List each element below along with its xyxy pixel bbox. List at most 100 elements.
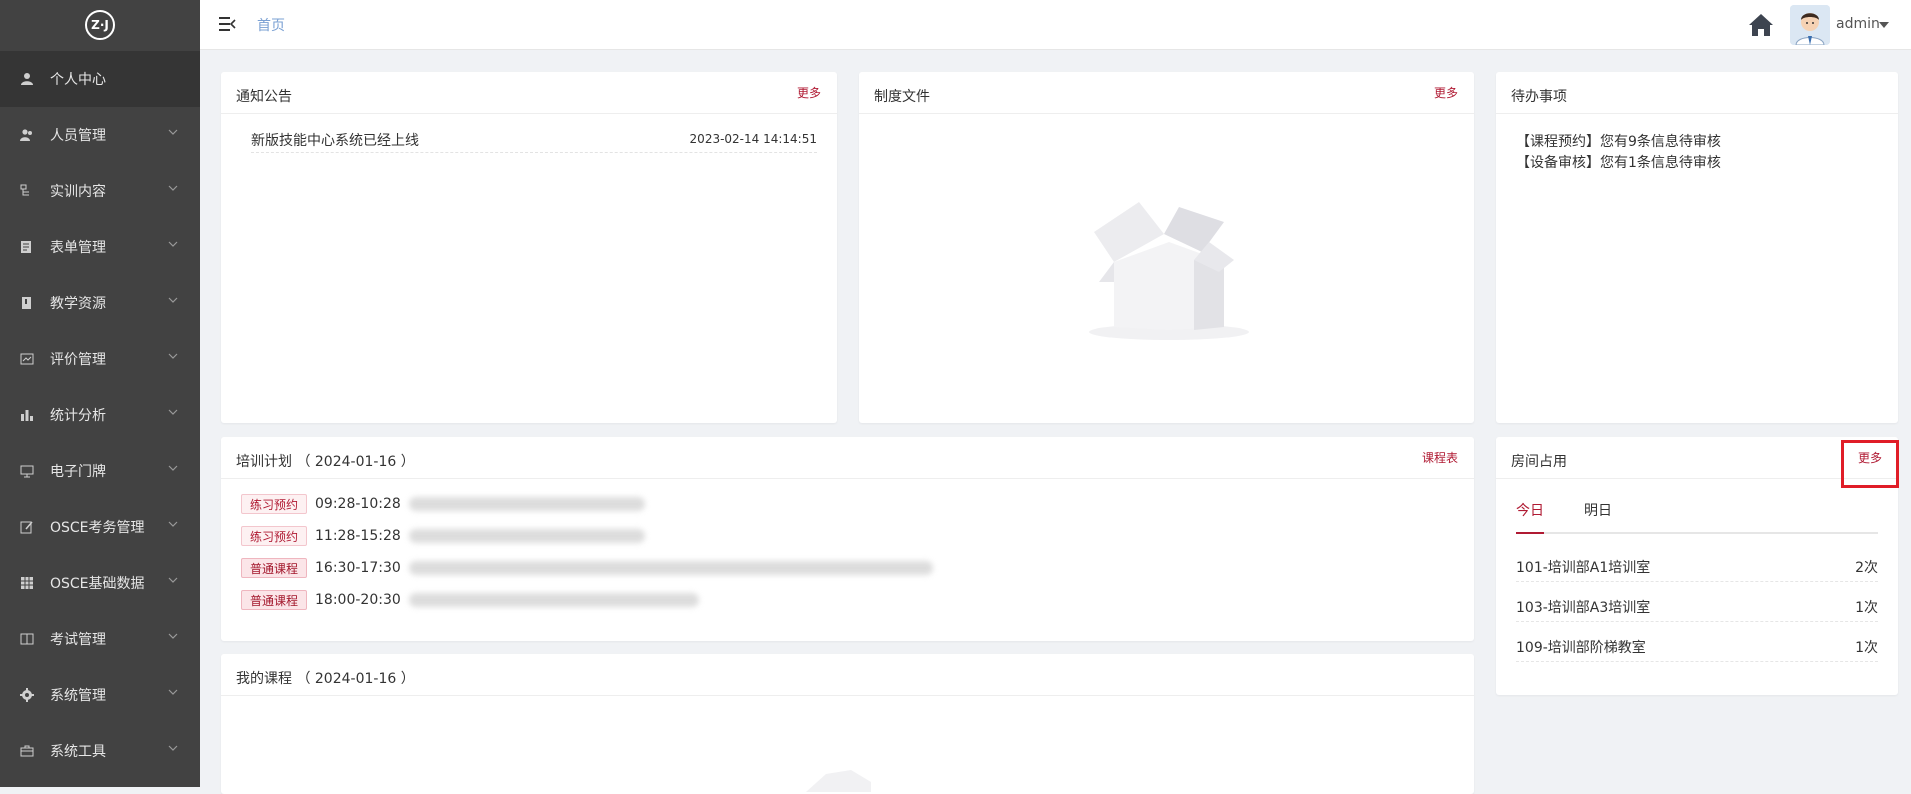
chevron-down-icon <box>168 521 178 527</box>
notice-card: 通知公告 更多 新版技能中心系统已经上线 2023-02-14 14:14:51 <box>221 72 837 423</box>
form-icon <box>20 240 34 254</box>
chevron-down-icon <box>168 577 178 583</box>
todo-item[interactable]: 【设备审核】您有1条信息待审核 <box>1516 152 1721 172</box>
room-name: 103-培训部A3培训室 <box>1516 600 1651 616</box>
sidebar-item-teaching-resources[interactable]: 教学资源 <box>0 275 200 331</box>
plan-tag: 练习预约 <box>241 494 308 514</box>
sidebar-item-label: OSCE考务管理 <box>50 520 145 536</box>
room-more-link[interactable]: 更多 <box>1858 449 1882 466</box>
sidebar-item-training-content[interactable]: 实训内容 <box>0 163 200 219</box>
logo-area: Z·J <box>0 0 200 50</box>
list-item[interactable]: 新版技能中心系统已经上线 2023-02-14 14:14:51 <box>251 130 817 153</box>
schedule-link[interactable]: 课程表 <box>1422 449 1458 466</box>
tree-icon <box>20 184 34 198</box>
my-courses-card: 我的课程 （ 2024-01-16 ） <box>221 654 1474 794</box>
sidebar-item-label: 教学资源 <box>50 296 106 312</box>
room-tabs: 今日 明日 <box>1516 492 1878 534</box>
chevron-down-icon <box>168 353 178 359</box>
caret-down-icon[interactable] <box>1879 21 1889 29</box>
logo-icon[interactable]: Z·J <box>85 10 115 40</box>
sidebar: Z·J 个人中心 人员管理 实训内容 表单管理 教学资源 评价管理 统计分析 电… <box>0 0 200 787</box>
sidebar-item-label: 个人中心 <box>50 72 106 88</box>
card-title: 培训计划 （ 2024-01-16 ） <box>236 454 415 470</box>
toolbox-icon <box>20 744 34 758</box>
chevron-down-icon <box>168 409 178 415</box>
plan-row[interactable]: 练习预约 11:28-15:28 <box>241 525 645 547</box>
gear-icon <box>20 688 34 702</box>
notice-more-link[interactable]: 更多 <box>797 84 821 101</box>
plan-tag: 普通课程 <box>241 558 308 578</box>
sidebar-item-label: 考试管理 <box>50 632 106 648</box>
chevron-down-icon <box>168 745 178 751</box>
card-header: 制度文件 更多 <box>859 72 1474 114</box>
user-icon <box>20 72 34 86</box>
chevron-down-icon <box>168 129 178 135</box>
chevron-down-icon <box>168 185 178 191</box>
columns-icon <box>20 632 34 646</box>
todo-card: 待办事项 【课程预约】您有9条信息待审核 【设备审核】您有1条信息待审核 <box>1496 72 1898 423</box>
sidebar-item-label: 人员管理 <box>50 128 106 144</box>
table-row[interactable]: 101-培训部A1培训室 2次 <box>1516 557 1878 582</box>
plan-row[interactable]: 普通课程 16:30-17:30 <box>241 557 933 579</box>
avatar[interactable] <box>1790 5 1830 45</box>
plan-row[interactable]: 练习预约 09:28-10:28 <box>241 493 645 515</box>
rating-icon <box>20 352 34 366</box>
plan-tag: 练习预约 <box>241 526 308 546</box>
bar-chart-icon <box>20 408 34 422</box>
todo-item[interactable]: 【课程预约】您有9条信息待审核 <box>1516 131 1721 151</box>
sidebar-item-label: 系统工具 <box>50 744 106 760</box>
tab-tomorrow[interactable]: 明日 <box>1584 500 1612 520</box>
user-name[interactable]: admin <box>1836 16 1880 32</box>
plan-time: 18:00-20:30 <box>315 592 401 608</box>
plan-time: 09:28-10:28 <box>315 496 401 512</box>
sidebar-item-label: 电子门牌 <box>50 464 106 480</box>
card-header: 待办事项 <box>1496 72 1898 114</box>
sidebar-item-osce-basic-data[interactable]: OSCE基础数据 <box>0 555 200 611</box>
card-header: 培训计划 （ 2024-01-16 ） 课程表 <box>221 437 1474 479</box>
table-row[interactable]: 109-培训部阶梯教室 1次 <box>1516 637 1878 662</box>
menu-toggle-icon[interactable] <box>218 15 236 33</box>
table-row[interactable]: 103-培训部A3培训室 1次 <box>1516 597 1878 622</box>
plan-row[interactable]: 普通课程 18:00-20:30 <box>241 589 699 611</box>
card-header: 通知公告 更多 <box>221 72 837 114</box>
sidebar-item-form-management[interactable]: 表单管理 <box>0 219 200 275</box>
training-plan-card: 培训计划 （ 2024-01-16 ） 课程表 练习预约 09:28-10:28… <box>221 437 1474 641</box>
sidebar-item-system-management[interactable]: 系统管理 <box>0 667 200 723</box>
room-count: 1次 <box>1855 640 1878 656</box>
sidebar-item-exam-management[interactable]: 考试管理 <box>0 611 200 667</box>
sidebar-item-statistics[interactable]: 统计分析 <box>0 387 200 443</box>
monitor-icon <box>20 464 34 478</box>
sidebar-item-label: 统计分析 <box>50 408 106 424</box>
policy-more-link[interactable]: 更多 <box>1434 84 1458 101</box>
chevron-down-icon <box>168 297 178 303</box>
plan-time: 16:30-17:30 <box>315 560 401 576</box>
redacted-text <box>408 561 933 575</box>
sidebar-item-label: OSCE基础数据 <box>50 576 145 592</box>
sidebar-item-system-tools[interactable]: 系统工具 <box>0 723 200 779</box>
breadcrumb-home[interactable]: 首页 <box>257 15 285 35</box>
room-name: 109-培训部阶梯教室 <box>1516 640 1646 656</box>
chevron-down-icon <box>168 689 178 695</box>
empty-box-icon <box>806 770 871 792</box>
sidebar-item-personal-center[interactable]: 个人中心 <box>0 51 200 107</box>
redacted-text <box>408 497 645 511</box>
sidebar-item-osce-exam-affairs[interactable]: OSCE考务管理 <box>0 499 200 555</box>
card-title: 通知公告 <box>236 89 292 105</box>
redacted-text <box>408 593 699 607</box>
room-count: 1次 <box>1855 600 1878 616</box>
grid-icon <box>20 576 34 590</box>
sidebar-item-e-doorplate[interactable]: 电子门牌 <box>0 443 200 499</box>
card-header: 我的课程 （ 2024-01-16 ） <box>221 654 1474 696</box>
sidebar-item-personnel[interactable]: 人员管理 <box>0 107 200 163</box>
plan-time: 11:28-15:28 <box>315 528 401 544</box>
plan-tag: 普通课程 <box>241 590 308 610</box>
policy-card: 制度文件 更多 <box>859 72 1474 423</box>
home-icon[interactable] <box>1748 13 1774 37</box>
tab-today[interactable]: 今日 <box>1516 500 1544 520</box>
edit-icon <box>20 520 34 534</box>
sidebar-item-label: 表单管理 <box>50 240 106 256</box>
notice-title[interactable]: 新版技能中心系统已经上线 <box>251 130 419 150</box>
sidebar-item-label: 实训内容 <box>50 184 106 200</box>
sidebar-item-evaluation[interactable]: 评价管理 <box>0 331 200 387</box>
card-title: 制度文件 <box>874 89 930 105</box>
